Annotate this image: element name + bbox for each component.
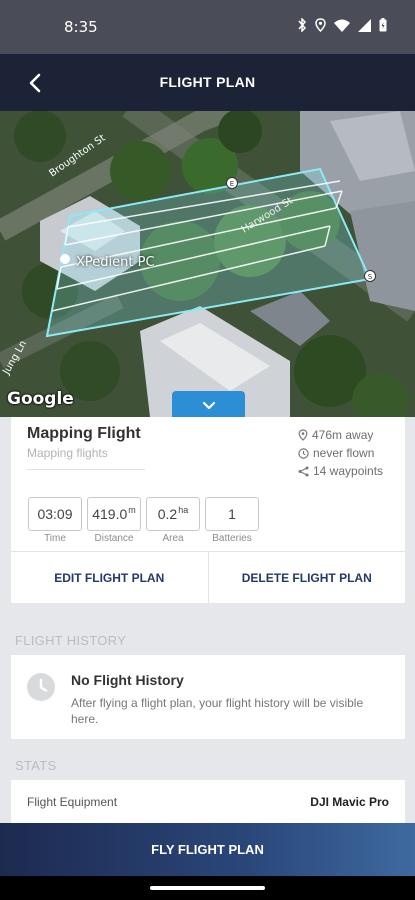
equipment-value: DJI Mavic Pro xyxy=(310,795,389,809)
stat-distance-value: 419.0 xyxy=(92,506,128,522)
history-title: No Flight History xyxy=(71,672,184,688)
flight-history-heading: FLIGHT HISTORY xyxy=(15,633,127,648)
location-icon xyxy=(315,18,326,32)
status-bar: 8:35 xyxy=(0,0,415,54)
last-flown: never flown xyxy=(313,446,375,460)
plan-stats: 03:09 Time 419.0 m Distance 0.2 ha Area 1 … xyxy=(28,497,259,544)
flight-equipment-row: Flight Equipment DJI Mavic Pro xyxy=(11,780,405,824)
wifi-icon xyxy=(334,19,350,32)
plan-subtitle: Mapping flights xyxy=(27,446,108,460)
waypoint-end-label: E xyxy=(230,180,234,188)
signal-icon xyxy=(358,18,371,32)
chevron-down-icon xyxy=(202,401,215,409)
home-gesture-pill[interactable] xyxy=(150,886,265,890)
google-logo: Google xyxy=(7,389,74,409)
waypoints-row: 14 waypoints xyxy=(298,462,383,480)
plan-actions: EDIT FLIGHT PLAN DELETE FLIGHT PLAN xyxy=(11,551,405,603)
flight-plan-card: Mapping Flight Mapping flights 476m away… xyxy=(11,417,405,603)
clock-icon xyxy=(298,447,309,459)
satellite-map: E S Broughton St Harwood St Jung Ln xyxy=(0,111,415,417)
stat-area-value-box: 0.2 ha xyxy=(146,497,200,531)
stats-heading: STATS xyxy=(15,758,57,773)
stat-area-value: 0.2 xyxy=(157,506,178,522)
stat-distance: 419.0 m Distance xyxy=(87,497,141,544)
collapse-map-button[interactable] xyxy=(172,391,245,417)
last-flown-row: never flown xyxy=(298,444,383,462)
fly-flight-plan-button[interactable]: FLY FLIGHT PLAN xyxy=(0,823,415,876)
stat-batteries-value: 1 xyxy=(228,506,236,522)
stat-area-caption: Area xyxy=(162,533,184,544)
distance-away-row: 476m away xyxy=(298,426,383,444)
history-text: After flying a flight plan, your flight … xyxy=(71,696,364,726)
stat-distance-value-box: 419.0 m xyxy=(87,497,141,531)
system-nav-bar xyxy=(0,876,415,900)
location-marker-label: XPedient PC xyxy=(76,255,155,270)
waypoints-icon xyxy=(298,466,309,476)
page-title: FLIGHT PLAN xyxy=(159,74,256,90)
map-view[interactable]: E S Broughton St Harwood St Jung Ln XPed… xyxy=(0,111,415,417)
stat-batteries-value-box: 1 xyxy=(205,497,259,531)
status-icons xyxy=(297,18,387,32)
flight-history-card: No Flight History After flying a flight … xyxy=(11,655,405,739)
stat-batteries-caption: Batteries xyxy=(212,533,252,544)
divider xyxy=(27,469,145,470)
stat-time-value: 03:09 xyxy=(37,506,73,522)
stat-area-unit: ha xyxy=(178,505,189,515)
stat-time-value-box: 03:09 xyxy=(28,497,82,531)
location-pin-icon xyxy=(298,429,308,441)
status-time: 8:35 xyxy=(64,18,98,36)
stat-time-caption: Time xyxy=(44,533,66,544)
stat-batteries: 1 Batteries xyxy=(205,497,259,544)
history-clock-icon xyxy=(27,673,55,701)
plan-title: Mapping Flight xyxy=(27,425,141,442)
stat-distance-unit: m xyxy=(128,505,136,515)
app-header: FLIGHT PLAN xyxy=(0,54,415,111)
plan-meta: 476m away never flown 14 waypoints xyxy=(298,426,383,480)
edit-flight-plan-button[interactable]: EDIT FLIGHT PLAN xyxy=(11,552,208,603)
stat-distance-caption: Distance xyxy=(94,533,134,544)
waypoint-count: 14 waypoints xyxy=(313,464,384,478)
bluetooth-icon xyxy=(298,18,307,32)
delete-flight-plan-button[interactable]: DELETE FLIGHT PLAN xyxy=(207,552,406,603)
equipment-label: Flight Equipment xyxy=(27,795,118,809)
waypoint-start-label: S xyxy=(368,273,373,281)
stat-area: 0.2 ha Area xyxy=(146,497,200,544)
distance-away: 476m away xyxy=(312,428,374,442)
stat-time: 03:09 Time xyxy=(28,497,82,544)
battery-icon xyxy=(379,18,387,32)
